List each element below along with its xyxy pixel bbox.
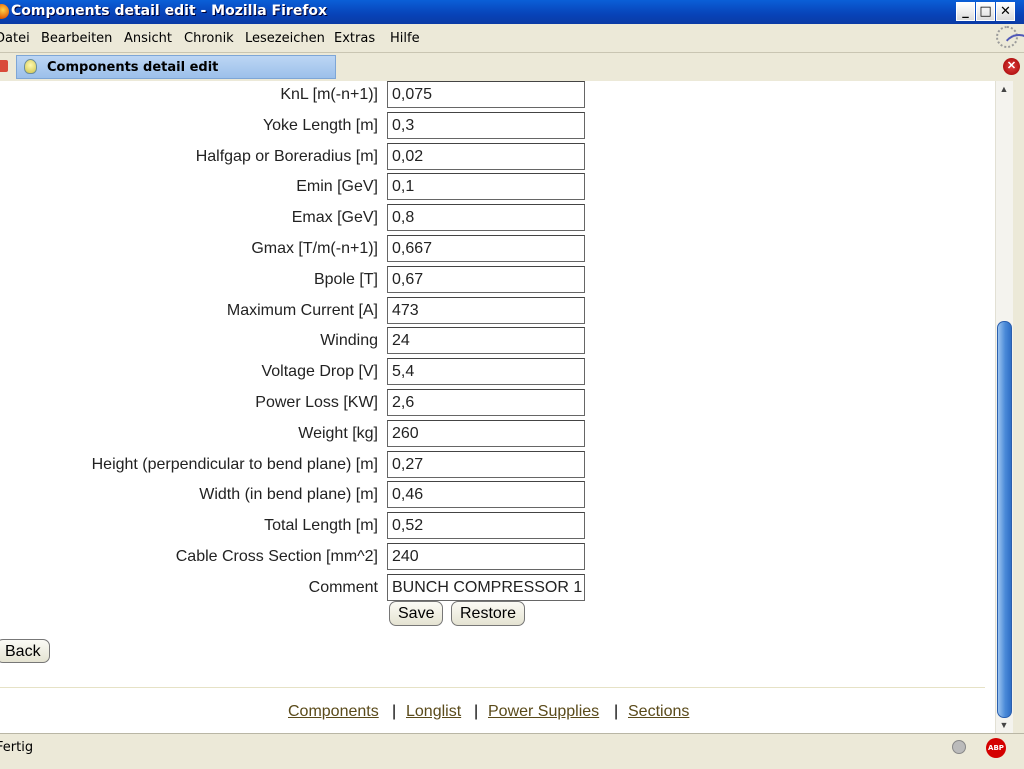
form-row: Height (perpendicular to bend plane) [m]…	[0, 450, 600, 478]
page-content: KnL [m(-n+1)] 0,075 Yoke Length [m] 0,3 …	[0, 81, 995, 733]
field-label: Weight [kg]	[298, 424, 378, 442]
field-input[interactable]: 0,27	[387, 450, 585, 478]
window-edge	[1013, 81, 1024, 733]
form-row: Cable Cross Section [mm^2] 240	[0, 543, 600, 570]
firefox-icon	[0, 4, 9, 19]
form-row: Yoke Length [m] 0,3	[0, 111, 600, 139]
field-label: Bpole [T]	[313, 270, 378, 288]
field-label: Cable Cross Section [mm^2]	[175, 548, 378, 565]
field-input[interactable]: 0,8	[387, 204, 585, 232]
form-row: Emin [GeV] 0,1	[0, 173, 600, 201]
maximize-button[interactable]: □	[976, 2, 995, 21]
field-input[interactable]: 240	[387, 543, 585, 570]
form-row: Voltage Drop [V] 5,4	[0, 358, 600, 386]
form-row: Bpole [T] 0,67	[0, 265, 600, 293]
security-icon	[952, 740, 966, 754]
form-row: Winding 24	[0, 327, 600, 355]
close-window-button[interactable]: ✕	[996, 2, 1015, 21]
menu-ansicht[interactable]: Ansicht	[124, 31, 172, 46]
back-button[interactable]: Back	[0, 639, 50, 663]
restore-button[interactable]: Restore	[451, 601, 526, 626]
field-input[interactable]: 2,6	[387, 389, 585, 416]
field-input[interactable]: 0,46	[387, 481, 585, 509]
menu-bar: Datei Bearbeiten Ansicht Chronik Lesezei…	[0, 24, 1024, 53]
field-label: Winding	[320, 332, 378, 350]
menu-datei[interactable]: Datei	[0, 31, 30, 46]
field-label: Emax [GeV]	[291, 209, 378, 227]
field-label: Gmax [T/m(-n+1)]	[251, 240, 378, 257]
field-input[interactable]: 0,3	[387, 111, 585, 139]
footer-separator: |	[392, 703, 397, 720]
field-label: KnL [m(-n+1)]	[280, 86, 378, 103]
field-label: Emin [GeV]	[296, 178, 378, 196]
comment-input[interactable]: BUNCH COMPRESSOR 1	[387, 573, 585, 601]
footer-separator: |	[474, 703, 479, 720]
form-row: Weight [kg] 260	[0, 419, 600, 447]
field-label: Total Length [m]	[264, 517, 378, 535]
form-row: Comment BUNCH COMPRESSOR 1	[0, 573, 600, 601]
form-row: Emax [GeV] 0,8	[0, 204, 600, 232]
field-label: Width (in bend plane) [m]	[199, 486, 378, 504]
form-row: Gmax [T/m(-n+1)] 0,667	[0, 235, 600, 262]
save-button[interactable]: Save	[389, 601, 444, 626]
scrollbar-thumb[interactable]	[997, 321, 1012, 718]
form-row: KnL [m(-n+1)] 0,075	[0, 81, 600, 108]
form-row: Power Loss [KW] 2,6	[0, 389, 600, 416]
field-input[interactable]: 0,075	[387, 81, 585, 108]
form-row: Maximum Current [A] 473	[0, 296, 600, 324]
field-label: Maximum Current [A]	[226, 301, 378, 319]
field-input[interactable]: 5,4	[387, 358, 585, 386]
menu-hilfe[interactable]: Hilfe	[390, 31, 420, 46]
field-label: Height (perpendicular to bend plane) [m]	[91, 455, 378, 473]
menu-extras[interactable]: Extras	[334, 31, 375, 46]
field-input[interactable]: 0,02	[387, 142, 585, 170]
field-label: Yoke Length [m]	[262, 116, 378, 134]
lightbulb-icon	[24, 59, 37, 74]
field-input[interactable]: 0,52	[387, 512, 585, 540]
form-row: Total Length [m] 0,52	[0, 512, 600, 540]
menu-lesezeichen[interactable]: Lesezeichen	[245, 31, 325, 46]
footer-link-sections[interactable]: Sections	[628, 703, 689, 721]
status-text: Fertig	[0, 740, 34, 755]
footer-link-components[interactable]: Components	[288, 703, 379, 721]
status-bar: Fertig ABP	[0, 733, 1024, 769]
menu-chronik[interactable]: Chronik	[184, 31, 234, 46]
vertical-scrollbar[interactable]: ▲ ▼	[995, 81, 1013, 733]
footer-divider	[0, 687, 985, 688]
window-title: Components detail edit - Mozilla Firefox	[11, 3, 328, 19]
close-tab-icon[interactable]: ✕	[1003, 58, 1020, 75]
form-row: Halfgap or Boreradius [m] 0,02	[0, 142, 600, 170]
field-input[interactable]: 473	[387, 296, 585, 324]
field-label: Halfgap or Boreradius [m]	[195, 147, 378, 165]
tab-bar: Components detail edit ✕	[0, 53, 1024, 82]
footer-separator: |	[614, 703, 619, 720]
field-input[interactable]: 24	[387, 327, 585, 355]
scroll-down-icon[interactable]: ▼	[998, 719, 1010, 731]
scroll-up-icon[interactable]: ▲	[998, 83, 1010, 95]
field-input[interactable]: 0,1	[387, 173, 585, 201]
field-label: Comment	[308, 578, 378, 596]
field-input[interactable]: 260	[387, 419, 585, 447]
field-input[interactable]: 0,667	[387, 235, 585, 262]
minimize-button[interactable]: _	[956, 2, 975, 21]
new-tab-icon[interactable]	[0, 60, 8, 72]
field-label: Power Loss [KW]	[255, 394, 378, 411]
field-label: Voltage Drop [V]	[261, 363, 378, 381]
footer-link-longlist[interactable]: Longlist	[406, 703, 461, 721]
form-row: Width (in bend plane) [m] 0,46	[0, 481, 600, 509]
tab-label: Components detail edit	[47, 60, 219, 75]
field-input[interactable]: 0,67	[387, 265, 585, 293]
window-title-bar: Components detail edit - Mozilla Firefox…	[0, 0, 1024, 24]
menu-bearbeiten[interactable]: Bearbeiten	[41, 31, 112, 46]
adblock-icon[interactable]: ABP	[986, 738, 1006, 758]
tab-components-detail-edit[interactable]: Components detail edit	[16, 55, 336, 79]
footer-link-power-supplies[interactable]: Power Supplies	[488, 703, 599, 721]
